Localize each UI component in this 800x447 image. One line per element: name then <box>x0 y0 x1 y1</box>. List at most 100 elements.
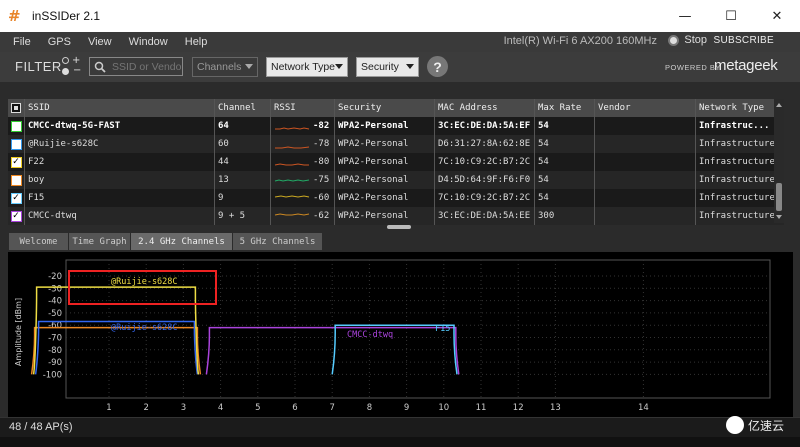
checkbox-icon[interactable] <box>10 210 22 222</box>
filter-mode-toggle[interactable]: + − <box>62 55 86 78</box>
tab-bar: Welcome Time Graph 2.4 GHz Channels 5 GH… <box>0 233 800 250</box>
select-all-checkbox[interactable] <box>8 99 25 117</box>
menu-help[interactable]: Help <box>185 36 208 48</box>
metageek-logo[interactable]: metageek <box>714 57 778 74</box>
x-tick-label: 4 <box>218 403 223 413</box>
security-dropdown[interactable]: Security <box>356 57 419 77</box>
cell-rssi: -62 <box>271 207 335 225</box>
adapter-selector[interactable]: Intel(R) Wi-Fi 6 AX200 160MHz <box>504 35 657 47</box>
checkbox-icon <box>11 103 21 113</box>
rssi-sparkline <box>274 195 310 198</box>
cell-ssid: F15 <box>25 189 215 207</box>
cell-mac: 7C:10:C9:2C:B7:2C <box>435 189 535 207</box>
cell-rssi: -75 <box>271 171 335 189</box>
col-security[interactable]: Security <box>335 99 435 117</box>
table-row[interactable]: CMCC-dtwq-5G-FAST 64 -82 WPA2-Personal 3C:EC… <box>8 117 784 135</box>
checkbox-icon[interactable] <box>10 156 22 168</box>
rssi-sparkline <box>274 179 310 182</box>
x-tick-label: 6 <box>292 403 297 413</box>
search-input[interactable] <box>112 60 182 73</box>
tab-welcome[interactable]: Welcome <box>9 233 69 250</box>
table-row[interactable]: boy 13 -75 WPA2-Personal D4:5D:64:9F:F6:F0 54… <box>8 171 784 189</box>
minimize-button[interactable]: — <box>662 0 708 32</box>
x-tick-label: 7 <box>329 403 334 413</box>
cell-vendor <box>595 153 696 171</box>
watermark-logo-icon <box>725 416 744 434</box>
cell-mac: D6:31:27:8A:62:8E <box>435 135 535 153</box>
cell-security: WPA2-Personal <box>335 153 435 171</box>
row-checkbox[interactable] <box>8 207 25 225</box>
col-network-type[interactable]: Network Type <box>696 99 778 117</box>
x-tick-label: 14 <box>638 403 649 413</box>
cell-ssid: CMCC-dtwq <box>25 207 215 225</box>
tab-2-4ghz-channels[interactable]: 2.4 GHz Channels <box>131 233 233 250</box>
row-checkbox[interactable] <box>8 135 25 153</box>
scroll-up-icon[interactable] <box>776 103 782 107</box>
cell-network-type: Infrastructure <box>699 157 775 167</box>
x-tick-label: 3 <box>181 403 186 413</box>
col-rssi[interactable]: RSSI <box>271 99 335 117</box>
checkbox-icon[interactable] <box>10 192 22 204</box>
rssi-sparkline <box>274 213 310 216</box>
col-vendor[interactable]: Vendor <box>595 99 696 117</box>
pane-splitter[interactable] <box>387 225 411 229</box>
scroll-thumb[interactable] <box>776 183 782 211</box>
row-checkbox[interactable] <box>8 153 25 171</box>
menu-view[interactable]: View <box>88 36 112 48</box>
rssi-value: -80 <box>313 157 330 167</box>
cell-security: WPA2-Personal <box>335 207 435 225</box>
checkbox-icon[interactable] <box>10 120 22 132</box>
tab-5ghz-channels[interactable]: 5 GHz Channels <box>233 233 323 250</box>
cell-security: WPA2-Personal <box>335 117 435 135</box>
tab-time-graph[interactable]: Time Graph <box>69 233 131 250</box>
checkbox-icon[interactable] <box>10 138 22 150</box>
stop-button[interactable]: Stop <box>668 34 707 46</box>
x-tick-label: 2 <box>143 403 148 413</box>
close-button[interactable]: ✕ <box>754 0 800 32</box>
cell-rssi: -78 <box>271 135 335 153</box>
watermark-text: 亿速云 <box>747 418 784 433</box>
col-channel[interactable]: Channel <box>215 99 271 117</box>
menu-gps[interactable]: GPS <box>48 36 71 48</box>
table-scrollbar[interactable] <box>774 99 784 223</box>
checkbox-icon[interactable] <box>10 174 22 186</box>
channels-dropdown[interactable]: Channels <box>192 57 258 77</box>
row-checkbox[interactable] <box>8 117 25 135</box>
col-ssid[interactable]: SSID <box>25 99 215 117</box>
table-row[interactable]: CMCC-dtwq9 + 5 -62 WPA2-Personal3C:EC:DE:D… <box>8 207 784 225</box>
row-checkbox[interactable] <box>8 171 25 189</box>
bottom-strip <box>0 437 800 447</box>
cell-max-rate: 54 <box>535 171 595 189</box>
menu-file[interactable]: File <box>13 36 31 48</box>
col-mac[interactable]: MAC Address <box>435 99 535 117</box>
cell-network-type: Infrastructure <box>699 193 775 203</box>
rssi-sparkline <box>275 146 310 149</box>
cell-network-type: Infrastructure <box>699 139 775 149</box>
chevron-down-icon <box>335 64 343 69</box>
rssi-value: -60 <box>313 193 330 203</box>
search-box[interactable] <box>89 57 183 76</box>
rssi-value: -78 <box>313 139 330 149</box>
filter-label: FILTER <box>15 59 62 74</box>
help-button[interactable]: ? <box>427 56 448 77</box>
x-tick-label: 13 <box>550 403 561 413</box>
cell-channel: 64 <box>215 117 271 135</box>
table-row[interactable]: F159 -60 WPA2-Personal7C:10:C9:2C:B7:2C54 I… <box>8 189 784 207</box>
maximize-button[interactable]: ☐ <box>708 0 754 32</box>
table-row[interactable]: @Ruijie-s628C 60 -78 WPA2-Personal D6:31:27:… <box>8 135 784 153</box>
col-max-rate[interactable]: Max Rate <box>535 99 595 117</box>
scroll-down-icon[interactable] <box>776 215 782 219</box>
network-type-dropdown[interactable]: Network Type <box>266 57 348 77</box>
row-checkbox[interactable] <box>8 189 25 207</box>
include-radio-icon[interactable] <box>62 57 69 64</box>
exclude-radio-icon[interactable] <box>62 68 69 75</box>
cell-channel: 13 <box>215 171 271 189</box>
x-tick-label: 12 <box>513 403 524 413</box>
cell-security: WPA2-Personal <box>335 189 435 207</box>
subscribe-button[interactable]: SUBSCRIBE <box>714 35 775 46</box>
x-tick-label: 8 <box>367 403 372 413</box>
ap-count: 48 / 48 AP(s) <box>9 421 73 433</box>
stop-icon <box>668 34 680 46</box>
menu-window[interactable]: Window <box>129 36 168 48</box>
table-row[interactable]: F2244 -80 WPA2-Personal7C:10:C9:2C:B7:2C54… <box>8 153 784 171</box>
